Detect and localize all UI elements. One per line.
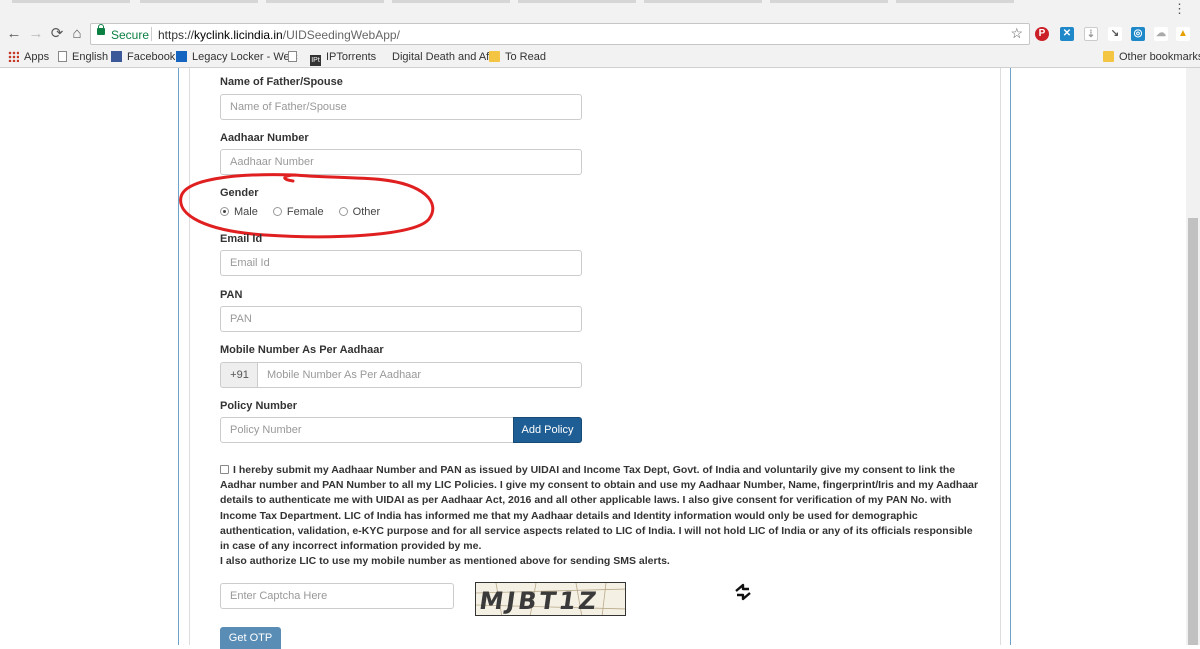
email-label: Email Id [220, 233, 263, 245]
mobile-number-input[interactable] [257, 362, 582, 388]
tab[interactable] [392, 0, 510, 3]
bookmark-legacy-locker[interactable]: Legacy Locker - Welc [176, 51, 298, 64]
page-viewport: Name of Father/Spouse Aadhaar Number Gen… [0, 68, 1200, 649]
extension-download-icon[interactable]: ⇣ [1084, 27, 1098, 41]
extension-cloud-icon[interactable]: ☁ [1154, 27, 1168, 41]
extension-drive-icon[interactable]: ▲ [1176, 27, 1190, 41]
legacy-locker-icon [176, 51, 187, 62]
bookmark-iptorrents[interactable]: IPt IPTorrents [310, 51, 376, 66]
pinterest-icon[interactable]: P [1035, 27, 1049, 41]
extension-arrow-icon[interactable]: ↘ [1108, 27, 1122, 41]
gender-option-label: Male [234, 206, 258, 218]
url-scheme: https:// [158, 28, 195, 42]
get-otp-button[interactable]: Get OTP [220, 627, 281, 649]
bookmark-to-read[interactable]: To Read [489, 51, 546, 64]
captcha-image: MJBT1Z [475, 582, 626, 616]
facebook-icon [111, 51, 122, 62]
gender-option-male[interactable]: Male [220, 206, 258, 218]
pan-label: PAN [220, 289, 243, 301]
bookmarks-bar: Apps English Facebook Legacy Locker - We… [0, 48, 1200, 68]
url-text[interactable]: https://kyclink.licindia.in/UIDSeedingWe… [158, 28, 400, 42]
consent-text: I hereby submit my Aadhaar Number and PA… [220, 464, 979, 553]
bookmark-label: Digital Death and Aft [392, 51, 493, 63]
consent-block: I hereby submit my Aadhaar Number and PA… [220, 463, 980, 569]
bookmark-english[interactable]: English [58, 51, 108, 64]
bookmark-label: Legacy Locker - Welc [192, 51, 298, 63]
father-name-input[interactable] [220, 94, 582, 120]
bookmark-label: To Read [505, 51, 546, 63]
home-icon[interactable]: ⌂ [67, 24, 87, 44]
bookmark-label: English [72, 51, 109, 63]
tab-strip: ⋮ [0, 0, 1200, 20]
bookmark-untitled[interactable] [288, 51, 302, 64]
father-label: Name of Father/Spouse [220, 76, 343, 88]
tab[interactable] [266, 0, 384, 3]
lock-icon [97, 24, 105, 35]
tab[interactable] [770, 0, 888, 3]
secure-label: Secure [111, 28, 150, 42]
bookmark-apps[interactable]: Apps [8, 51, 49, 64]
refresh-captcha-icon[interactable] [733, 582, 753, 602]
back-icon[interactable]: ← [4, 24, 24, 44]
add-policy-button[interactable]: Add Policy [513, 417, 582, 443]
aadhaar-number-input[interactable] [220, 149, 582, 175]
consent-checkbox[interactable] [220, 465, 229, 474]
gender-option-other[interactable]: Other [338, 206, 381, 218]
gender-option-female[interactable]: Female [272, 206, 324, 218]
bookmark-digital-death[interactable]: Digital Death and Aft [378, 51, 492, 64]
scrollbar-thumb[interactable] [1188, 218, 1198, 645]
bookmark-label: Apps [24, 51, 50, 63]
tab[interactable] [140, 0, 258, 3]
other-bookmarks[interactable]: Other bookmarks [1103, 51, 1200, 64]
gender-radio-group: Male Female Other [220, 206, 392, 218]
bookmark-label: IPTorrents [326, 51, 377, 63]
email-input[interactable] [220, 250, 582, 276]
mobile-label: Mobile Number As Per Aadhaar [220, 344, 384, 356]
gender-option-label: Female [286, 206, 324, 218]
apps-grid-icon [8, 51, 19, 62]
folder-icon [489, 51, 500, 62]
tab[interactable] [896, 0, 1014, 3]
page-scrollbar[interactable] [1186, 68, 1200, 645]
extension-x-icon[interactable]: ✕ [1060, 27, 1074, 41]
reload-icon[interactable]: ⟳ [47, 24, 67, 44]
radio-button-female[interactable] [272, 207, 282, 216]
radio-button-male[interactable] [220, 207, 229, 216]
divider [151, 27, 152, 41]
aadhaar-label: Aadhaar Number [220, 132, 309, 144]
url-host: kyclink.licindia.in [194, 28, 283, 42]
page-icon [288, 51, 297, 62]
iptorrents-icon: IPt [310, 55, 321, 66]
page-icon [58, 51, 67, 62]
folder-icon [1103, 51, 1114, 62]
captcha-input[interactable] [220, 583, 454, 609]
browser-menu-icon[interactable]: ⋮ [1173, 2, 1186, 16]
bookmark-label: Facebook [127, 51, 176, 63]
policy-label: Policy Number [220, 400, 298, 412]
pan-input[interactable] [220, 306, 582, 332]
tab[interactable] [518, 0, 636, 3]
policy-number-input[interactable] [220, 417, 514, 443]
radio-button-other[interactable] [338, 207, 348, 216]
bookmark-star-icon[interactable]: ☆ [1010, 25, 1023, 42]
sms-consent-text: I also authorize LIC to use my mobile nu… [220, 555, 670, 568]
other-bookmarks-label: Other bookmarks [1119, 51, 1200, 63]
extension-camera-icon[interactable]: ◎ [1131, 27, 1145, 41]
address-bar[interactable]: Secure https://kyclink.licindia.in/UIDSe… [90, 23, 1030, 45]
tab[interactable] [12, 0, 130, 3]
gender-option-label: Other [352, 206, 381, 218]
gender-label: Gender [220, 187, 259, 199]
country-code-prefix: +91 [220, 362, 258, 388]
captcha-text: MJBT1Z [478, 587, 601, 615]
bookmark-facebook[interactable]: Facebook [111, 51, 175, 64]
forward-icon[interactable]: → [26, 24, 46, 44]
tab[interactable] [644, 0, 762, 3]
url-path: /UIDSeedingWebApp/ [282, 28, 400, 42]
